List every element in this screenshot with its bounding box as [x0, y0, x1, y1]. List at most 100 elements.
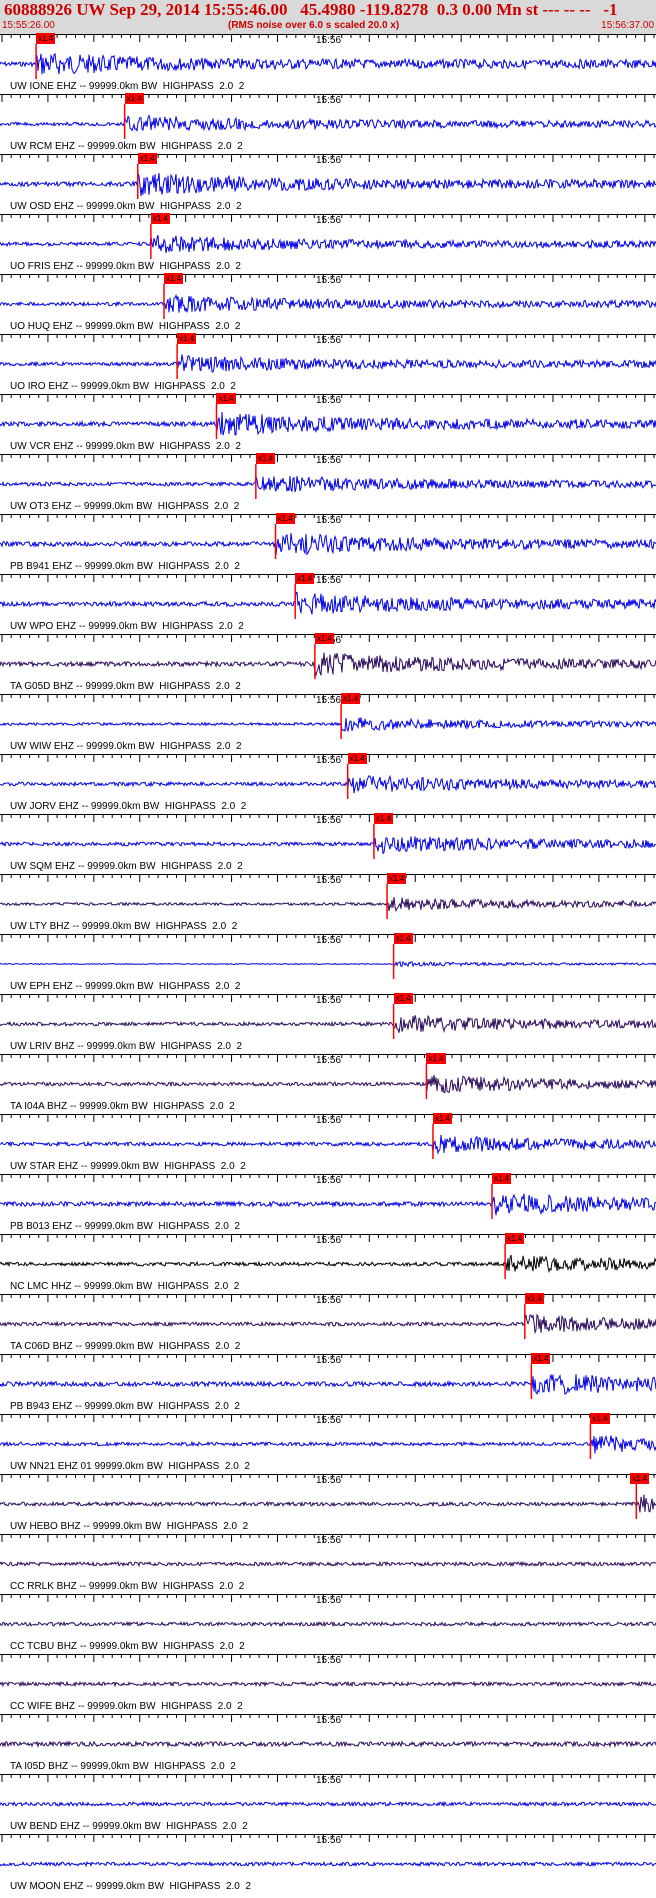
waveform-line [0, 1254, 656, 1274]
trace-panel: 15:56 CC RRLK BHZ -- 99999.0km BW HIGHPAS… [0, 1534, 656, 1594]
pick-tag: x1.4 [426, 1053, 446, 1064]
time-tick-label: 15:56 [316, 1655, 342, 1666]
station-label: UW WIW EHZ -- 99999.0km BW HIGHPASS 2.0 … [10, 741, 242, 752]
pick-tag: x1.4 [314, 633, 334, 644]
trace-panel: 15:56 PB B941 EHZ -- 99999.0km BW HIGHPAS… [0, 513, 656, 574]
time-tick-label: 15:56 [316, 1175, 342, 1186]
waveform-line [0, 1193, 656, 1216]
waveform-line [0, 1800, 656, 1808]
waveform-line [0, 960, 656, 968]
time-tick-label: 15:56 [316, 515, 342, 526]
station-label: CC WIFE BHZ -- 99999.0km BW HIGHPASS 2.0… [10, 1701, 243, 1712]
waveform-line [0, 1313, 656, 1335]
station-label: PB B013 EHZ -- 99999.0km BW HIGHPASS 2.0… [10, 1221, 240, 1232]
waveform-line [0, 235, 656, 254]
station-label: TA I05D BHZ -- 99999.0km BW HIGHPASS 2.0… [10, 1761, 236, 1772]
time-tick-label: 15:56 [316, 1235, 342, 1246]
waveform-line [0, 1560, 656, 1568]
waveform-line [0, 897, 656, 913]
waveform-line [0, 114, 656, 133]
trace-panel: 15:56TA G05D BHZ -- 99999.0km BW HIGHPAS… [0, 633, 656, 694]
trace-panel: 15:56 PB B013 EHZ -- 99999.0km BW HIGHPAS… [0, 1173, 656, 1234]
trace-panel: 15:56 PB B943 EHZ -- 99999.0km BW HIGHPAS… [0, 1353, 656, 1414]
trace-panel: 15:56 UW OT3 EHZ -- 99999.0km BW HIGHPASS… [0, 453, 656, 514]
waveform-line [0, 1434, 656, 1454]
waveform-line [0, 1680, 656, 1688]
time-tick-label: 15:56 [316, 755, 342, 766]
waveform-line [0, 411, 656, 436]
trace-panel: 15:56 UW WIW EHZ -- 99999.0km BW HIGHPASS… [0, 693, 656, 754]
pick-tag: x1.4 [492, 1173, 512, 1184]
time-tick-label: 15:56 [316, 395, 342, 406]
time-tick-label: 15:56 [316, 155, 342, 166]
station-label: UW STAR EHZ -- 99999.0km BW HIGHPASS 2.0… [10, 1161, 246, 1172]
time-tick-label: 15:56 [316, 1595, 342, 1606]
time-tick-label: 15:56 [316, 1055, 342, 1066]
trace-panel: 15:56 UW LRIV BHZ -- 99999.0km BW HIGHPAS… [0, 993, 656, 1054]
pick-tag: x1.4 [630, 1473, 650, 1484]
trace-panel: 15:56 UW HEBO BHZ -- 99999.0km BW HIGHPAS… [0, 1473, 656, 1534]
pick-tag: x1.4 [432, 1113, 453, 1124]
station-label: TA I04A BHZ -- 99999.0km BW HIGHPASS 2.0… [10, 1101, 235, 1112]
time-tick-label: 15:56 [316, 1295, 342, 1306]
time-tick-label: 15:56 [316, 455, 342, 466]
pick-tag: x1.4 [177, 333, 197, 344]
station-label: UW EPH EHZ -- 99999.0km BW HIGHPASS 2.0 … [10, 981, 241, 992]
trace-panel: 15:56 UW SQM EHZ -- 99999.0km BW HIGHPASS… [0, 813, 656, 874]
trace-panel: 15:56 UW EPH EHZ -- 99999.0km BW HIGHPASS… [0, 933, 656, 994]
trace-panel: 15:56 UW STAR EHZ -- 99999.0km BW HIGHPAS… [0, 1113, 656, 1174]
time-tick-label: 15:56 [316, 1115, 342, 1126]
pick-tag: x1.4 [347, 753, 367, 764]
station-label: PB B943 EHZ -- 99999.0km BW HIGHPASS 2.0… [10, 1401, 240, 1412]
time-tick-label: 15:56 [316, 1835, 342, 1846]
station-label: UW NN21 EHZ 01 99999.0km BW HIGHPASS 2.0… [10, 1461, 250, 1472]
pick-tag: x1.4 [124, 93, 144, 104]
waveform-line [0, 1860, 656, 1868]
pick-tag: x1.4 [275, 513, 295, 524]
waveform-line [0, 1740, 656, 1749]
station-label: TA G05D BHZ -- 99999.0km BW HIGHPASS 2.0… [10, 681, 241, 692]
trace-panel: 15:56 CC WIFE BHZ -- 99999.0km BW HIGHPAS… [0, 1654, 656, 1714]
trace-panel: 15:56 TA I04A BHZ -- 99999.0km BW HIGHPAS… [0, 1053, 656, 1114]
time-tick-label: 15:56 [316, 815, 342, 826]
trace-panel: 15:56 UW WPO EHZ -- 99999.0km BW HIGHPASS… [0, 573, 656, 634]
trace-panel: 15:56 UW IONE EHZ -- 99999.0km BW HIGHPAS… [0, 33, 656, 94]
station-label: TA C06D BHZ -- 99999.0km BW HIGHPASS 2.0… [10, 1341, 241, 1352]
waveform-line [0, 1620, 656, 1628]
station-label: UW WPO EHZ -- 99999.0km BW HIGHPASS 2.0 … [10, 621, 244, 632]
pick-tag: x1.4 [164, 273, 184, 284]
trace-panel: 15:56 CC TCBU BHZ -- 99999.0km BW HIGHPAS… [0, 1594, 656, 1654]
station-label: UW BEND EHZ -- 99999.0km BW HIGHPASS 2.0… [10, 1821, 248, 1832]
trace-panel: 15:56 UW MOON EHZ -- 99999.0km BW HIGHPAS… [0, 1834, 656, 1894]
pick-tag: x1.4 [393, 993, 413, 1004]
trace-panel: 15:56 UO IRO EHZ -- 99999.0km BW HIGHPASS… [0, 333, 656, 394]
time-tick-label: 15:56 [316, 875, 342, 886]
station-label: UO HUQ EHZ -- 99999.0km BW HIGHPASS 2.0 … [10, 321, 241, 332]
time-tick-label: 15:56 [316, 1715, 342, 1726]
station-label: UW SQM EHZ -- 99999.0km BW HIGHPASS 2.0 … [10, 861, 243, 872]
scale-note: (RMS noise over 6.0 s scaled 20.0 x) [228, 20, 400, 31]
waveform-line [0, 591, 656, 615]
trace-panel: 15:56 UW LTY BHZ -- 99999.0km BW HIGHPASS… [0, 873, 656, 934]
waveform-line [0, 533, 656, 556]
time-tick-label: 15:56 [316, 1475, 342, 1486]
pick-tag: x1.4 [505, 1233, 525, 1244]
time-tick-label: 15:56 [316, 1355, 342, 1366]
waveform-line [0, 1494, 656, 1513]
pick-tag: x1.4 [341, 693, 361, 704]
pick-tag: x1.4 [255, 453, 275, 464]
pick-tag: x1.4 [137, 153, 157, 164]
station-label: PB B941 EHZ -- 99999.0km BW HIGHPASS 2.0… [10, 561, 240, 572]
station-label: UW LRIV BHZ -- 99999.0km BW HIGHPASS 2.0… [10, 1041, 243, 1052]
time-tick-label: 15:56 [316, 695, 342, 706]
end-time: 15:56:37.00 [601, 20, 654, 31]
time-tick-label: 15:56 [316, 995, 342, 1006]
event-title: 60888926 UW Sep 29, 2014 15:55:46.00 45.… [4, 0, 618, 19]
trace-panel: 15:56 UO HUQ EHZ -- 99999.0km BW HIGHPASS… [0, 273, 656, 334]
station-label: NC LMC HHZ -- 99999.0km BW HIGHPASS 2.0 … [10, 1281, 240, 1292]
station-label: UW HEBO BHZ -- 99999.0km BW HIGHPASS 2.0… [10, 1521, 249, 1532]
time-tick-label: 15:56 [316, 935, 342, 946]
station-label: UO IRO EHZ -- 99999.0km BW HIGHPASS 2.0 … [10, 381, 236, 392]
time-tick-label: 15:56 [316, 215, 342, 226]
trace-panel: 15:56 NC LMC HHZ -- 99999.0km BW HIGHPASS… [0, 1233, 656, 1294]
